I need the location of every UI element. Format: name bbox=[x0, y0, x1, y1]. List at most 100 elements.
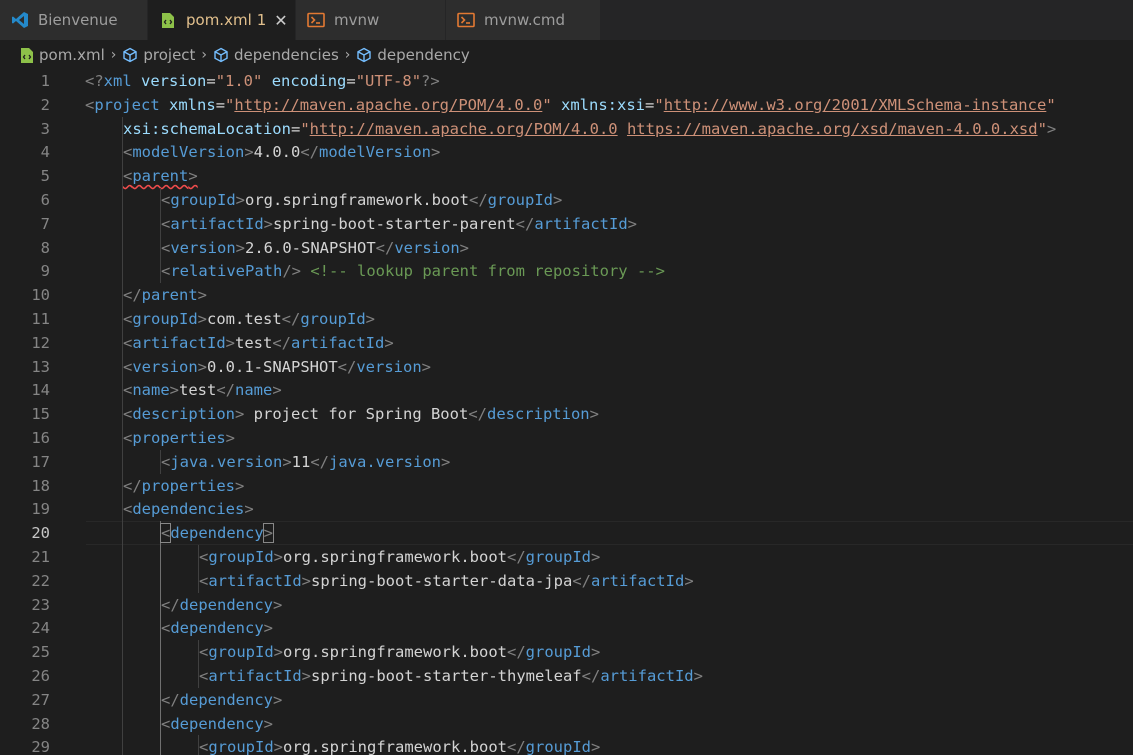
code-line[interactable]: 24 <dependency> bbox=[0, 616, 1133, 641]
code-line[interactable]: 23 </dependency> bbox=[0, 592, 1133, 617]
code-line[interactable]: 6 <groupId>org.springframework.boot</grou… bbox=[0, 188, 1133, 212]
code-text: <dependency> bbox=[161, 616, 273, 640]
code-line[interactable]: 14 <name>test</name> bbox=[0, 378, 1133, 403]
code-line[interactable]: 17 <java.version>11</java.version> bbox=[0, 449, 1133, 474]
code-line[interactable]: 9 <relativePath/> <!-- lookup parent from… bbox=[0, 259, 1133, 284]
code-token: org.springframework.boot bbox=[283, 548, 507, 566]
code-token: </ bbox=[123, 476, 142, 495]
code-token: 2.6.0-SNAPSHOT bbox=[245, 238, 376, 257]
code-line[interactable]: 13 <version>0.0.1-SNAPSHOT</version> bbox=[0, 354, 1133, 379]
code-token: </ bbox=[161, 690, 180, 709]
code-line[interactable]: 15 <description> project for Spring Boot<… bbox=[0, 402, 1133, 427]
code-token: = bbox=[206, 72, 216, 90]
code-token: > bbox=[244, 143, 254, 162]
code-token: < bbox=[161, 191, 171, 209]
code-line[interactable]: 19 <dependencies> bbox=[0, 497, 1133, 522]
code-token: "UTF-8" bbox=[355, 72, 422, 90]
code-line[interactable]: 28 <dependency> bbox=[0, 711, 1133, 736]
close-icon[interactable]: ✕ bbox=[274, 11, 287, 30]
xml-file-icon bbox=[20, 47, 34, 64]
code-line[interactable]: 3 xsi:schemaLocation="http://maven.apache… bbox=[0, 116, 1133, 141]
code-token: </ bbox=[506, 643, 526, 662]
line-number: 26 bbox=[31, 667, 50, 685]
breadcrumb-item[interactable]: pom.xml bbox=[20, 46, 105, 64]
code-line[interactable]: 27 </dependency> bbox=[0, 687, 1133, 712]
line-number: 21 bbox=[31, 548, 50, 566]
code-line[interactable]: 26 <artifactId>spring-boot-starter-thymel… bbox=[0, 664, 1133, 688]
line-number: 7 bbox=[40, 214, 50, 233]
tab-label: pom.xml bbox=[186, 11, 252, 29]
code-token: groupId bbox=[300, 310, 366, 328]
code-token: groupId bbox=[170, 191, 236, 209]
code-line[interactable]: 10 </parent> bbox=[0, 283, 1133, 308]
line-number: 13 bbox=[31, 357, 50, 376]
tab-label: mvnw.cmd bbox=[484, 11, 566, 29]
code-text: <parent> bbox=[123, 164, 198, 188]
code-line[interactable]: 25 <groupId>org.springframework.boot</gro… bbox=[0, 640, 1133, 665]
vscode-icon bbox=[10, 11, 30, 29]
code-token: < bbox=[123, 381, 133, 400]
code-token: test bbox=[179, 381, 217, 400]
code-token: > bbox=[225, 429, 236, 447]
code-token: < bbox=[161, 714, 171, 733]
code-token: </ bbox=[572, 571, 591, 590]
code-token: > bbox=[235, 405, 245, 424]
code-token: < bbox=[123, 143, 133, 162]
code-editor[interactable]: 1 <?xml version="1.0" encoding="UTF-8"?> 2… bbox=[0, 68, 1133, 755]
code-line[interactable]: 18 </properties> bbox=[0, 473, 1133, 498]
line-number: 2 bbox=[40, 95, 50, 114]
code-token: > bbox=[272, 381, 282, 400]
code-token: groupId bbox=[208, 738, 274, 755]
code-line[interactable]: 21 <groupId>org.springframework.boot</gro… bbox=[0, 545, 1133, 569]
code-token: > bbox=[225, 333, 236, 352]
line-number: 4 bbox=[40, 143, 50, 162]
breadcrumb-item[interactable]: dependencies bbox=[213, 46, 339, 64]
code-line[interactable]: 2 <project xmlns="http://maven.apache.org… bbox=[0, 93, 1133, 117]
tab-pom-xml[interactable]: pom.xml 1 ✕ bbox=[148, 0, 296, 40]
code-token: encoding bbox=[271, 72, 347, 90]
code-line[interactable]: 11 <groupId>com.test</groupId> bbox=[0, 307, 1133, 331]
indent-guide bbox=[160, 664, 161, 688]
code-token: </ bbox=[216, 381, 236, 400]
code-token: > bbox=[273, 738, 284, 755]
code-line[interactable]: 20 <dependency> bbox=[0, 521, 1133, 546]
code-token: project bbox=[94, 95, 160, 114]
code-line[interactable]: 4 <modelVersion>4.0.0</modelVersion> bbox=[0, 140, 1133, 165]
code-line[interactable]: 12 <artifactId>test</artifactId> bbox=[0, 330, 1133, 355]
code-line[interactable]: 5 <parent> bbox=[0, 164, 1133, 189]
tab-mvnw[interactable]: mvnw bbox=[296, 0, 446, 40]
code-line[interactable]: 16 <properties> bbox=[0, 426, 1133, 450]
code-token: artifactId bbox=[600, 667, 694, 685]
tab-bienvenue[interactable]: Bienvenue bbox=[0, 0, 148, 40]
line-number: 11 bbox=[31, 310, 50, 328]
code-token: < bbox=[161, 452, 171, 471]
code-token: relativePath bbox=[170, 262, 283, 281]
code-line[interactable]: 7 <artifactId>spring-boot-starter-parent<… bbox=[0, 211, 1133, 236]
breadcrumb-item[interactable]: project bbox=[122, 46, 195, 64]
code-token: java.version bbox=[170, 452, 283, 471]
indent-guide bbox=[122, 711, 123, 736]
code-token: < bbox=[123, 310, 133, 328]
code-token: < bbox=[123, 429, 133, 447]
code-token: > bbox=[273, 548, 284, 566]
code-line[interactable]: 22 <artifactId>spring-boot-starter-data-j… bbox=[0, 568, 1133, 593]
code-token: </ bbox=[468, 405, 487, 424]
code-token: spring-boot-starter-data-jpa bbox=[311, 571, 573, 590]
tab-mvnw-cmd[interactable]: mvnw.cmd bbox=[446, 0, 601, 40]
breadcrumb-item[interactable]: dependency bbox=[356, 46, 470, 64]
code-token: /> bbox=[282, 262, 301, 281]
code-token: > bbox=[235, 476, 245, 495]
code-line[interactable]: 8 <version>2.6.0-SNAPSHOT</version> bbox=[0, 235, 1133, 260]
code-token: = bbox=[290, 119, 301, 138]
code-token: > bbox=[197, 310, 208, 328]
code-token: properties bbox=[141, 476, 235, 495]
line-number: 8 bbox=[40, 238, 50, 257]
code-line[interactable]: 29 <groupId>org.springframework.boot</gro… bbox=[0, 735, 1133, 755]
code-token: > bbox=[590, 738, 601, 755]
indent-guide bbox=[122, 211, 123, 236]
code-token: groupId bbox=[525, 643, 591, 662]
indent-guide bbox=[160, 735, 161, 755]
code-token: </ bbox=[468, 191, 488, 209]
code-line[interactable]: 1 <?xml version="1.0" encoding="UTF-8"?> bbox=[0, 69, 1133, 93]
